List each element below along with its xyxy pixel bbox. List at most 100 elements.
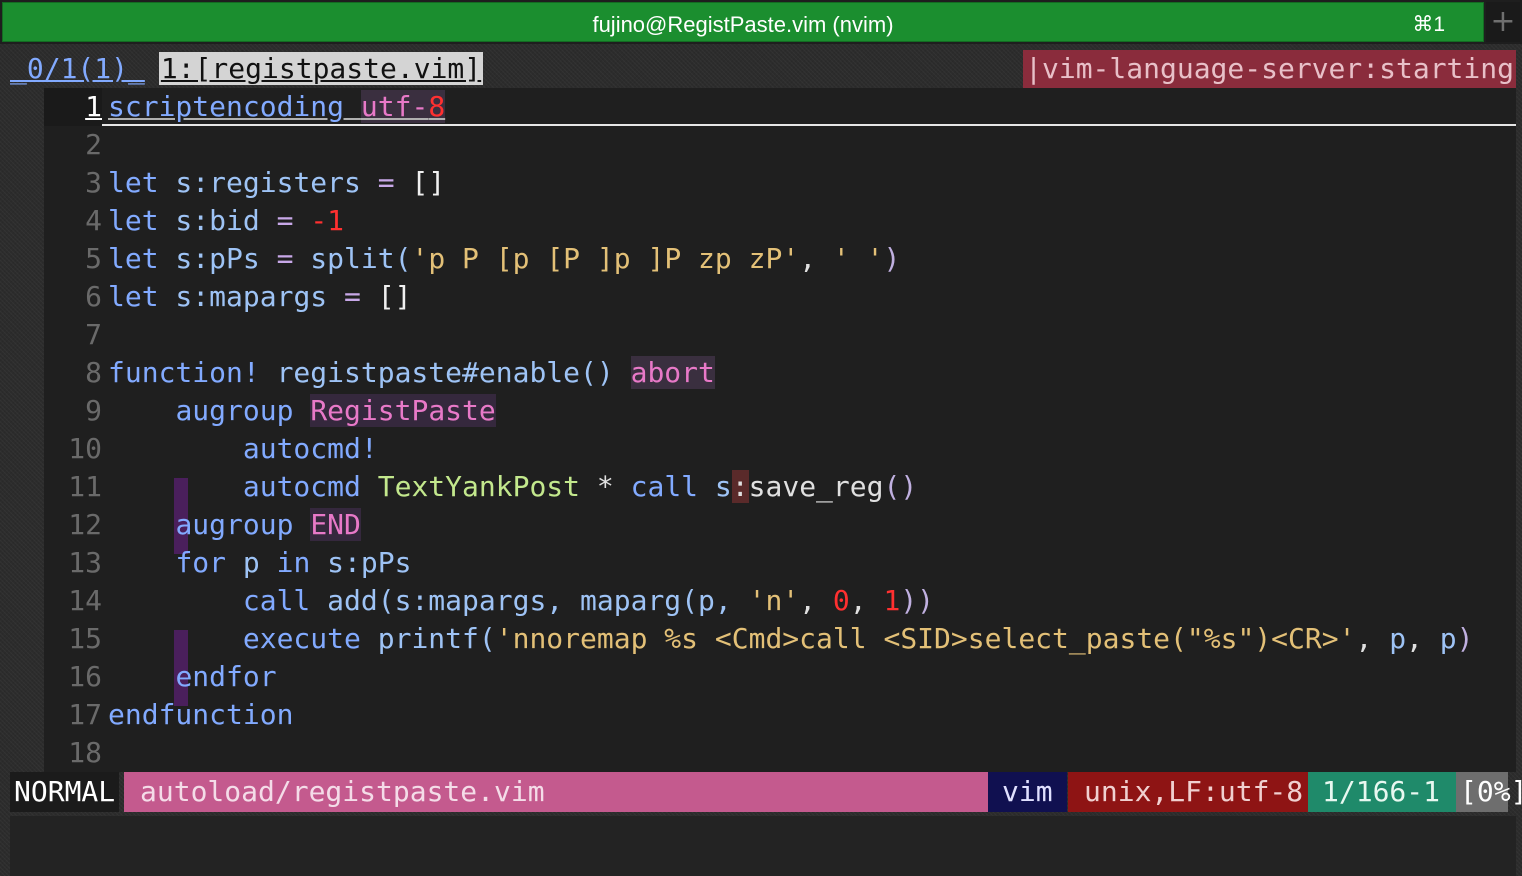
lsp-status-badge: |vim-language-server:starting: [1023, 50, 1516, 88]
code-line[interactable]: 17 endfunction: [44, 696, 1516, 734]
code-token: s:mapargs: [158, 280, 345, 313]
code-token: END: [310, 508, 361, 541]
code-line[interactable]: 13 for p in s:pPs: [44, 544, 1516, 582]
code-token: autocmd!: [242, 432, 378, 465]
file-path: autoload/registpaste.vim: [124, 772, 996, 812]
code-token: ,: [1406, 622, 1440, 655]
code-token: endfor: [175, 660, 277, 693]
code-token: add(s:mapargs, maparg(p,: [310, 584, 749, 617]
window-title: fujino@RegistPaste.vim (nvim): [592, 12, 894, 37]
scroll-percent: [0%]: [1456, 772, 1522, 812]
cursor-position: 1/166-1: [1308, 772, 1462, 812]
code-token: execute: [242, 622, 361, 655]
tab-shortcut-label: ⌘1: [1412, 13, 1445, 36]
active-tab-bar[interactable]: fujino@RegistPaste.vim (nvim) ⌘1: [2, 2, 1484, 42]
code-token: call: [242, 584, 311, 617]
code-token: *: [580, 470, 631, 503]
terminal-pane[interactable]: _0/1(1)_ 1:[registpaste.vim] |vim-language…: [0, 44, 1522, 876]
code-line[interactable]: 9 augroup RegistPaste: [44, 392, 1516, 430]
code-line[interactable]: 16 endfor: [44, 658, 1516, 696]
code-token: for: [175, 546, 227, 579]
code-token: function!: [108, 356, 260, 389]
code-token: 1: [883, 584, 901, 617]
code-line[interactable]: 1 scriptencoding utf-8: [44, 88, 1516, 126]
cursor: :: [731, 470, 749, 503]
line-number: 12: [68, 508, 102, 541]
line-number: 7: [85, 318, 102, 351]
code-token: []: [411, 166, 446, 199]
code-line[interactable]: 14 call add(s:mapargs, maparg(p, 'n', 0,…: [44, 582, 1516, 620]
code-token: s:registers: [158, 166, 378, 199]
code-token: 8: [428, 90, 446, 123]
line-number: 6: [85, 280, 102, 313]
terminal-window: fujino@RegistPaste.vim (nvim) ⌘1 + _0/1(…: [0, 0, 1522, 876]
code-token: ,: [799, 242, 833, 275]
code-token: ,: [799, 584, 833, 617]
code-line[interactable]: 7: [44, 316, 1516, 354]
code-token: let: [108, 166, 159, 199]
line-number: 10: [68, 432, 102, 465]
code-line[interactable]: 15 execute printf('nnoremap %s <Cmd>call…: [44, 620, 1516, 658]
code-token: ): [1456, 622, 1474, 655]
code-token: s:pPs: [158, 242, 277, 275]
line-number: 16: [68, 660, 102, 693]
code-token: 'p P [p [P ]p ]P zp zP': [411, 242, 800, 275]
vim-statusline: NORMAL autoload/registpaste.vim vim unix…: [10, 772, 1522, 812]
line-number: 1: [44, 88, 102, 126]
command-line[interactable]: [10, 816, 1516, 876]
code-token: ' ': [832, 242, 884, 275]
code-token: p: [226, 546, 277, 579]
code-line[interactable]: 18: [44, 734, 1516, 772]
code-editor[interactable]: 1 scriptencoding utf-8 2 3 let s:registers…: [44, 88, 1516, 772]
code-token: 0: [832, 584, 850, 617]
code-token: =: [377, 166, 395, 199]
code-token: =: [276, 204, 294, 237]
code-token: let: [108, 242, 159, 275]
code-token: let: [108, 204, 159, 237]
code-line[interactable]: 11 autocmd TextYankPost * call s:save_re…: [44, 468, 1516, 506]
new-tab-button[interactable]: +: [1486, 2, 1520, 42]
code-line[interactable]: 10 autocmd!: [44, 430, 1516, 468]
code-token: endfunction: [108, 698, 294, 731]
code-token: autocmd: [242, 470, 361, 503]
code-line[interactable]: 5 let s:pPs = split('p P [p [P ]p ]P zp z…: [44, 240, 1516, 278]
code-line[interactable]: 3 let s:registers = []: [44, 164, 1516, 202]
code-token: ,: [849, 584, 884, 617]
line-number: 11: [68, 470, 102, 503]
line-number: 14: [68, 584, 102, 617]
line-number: 2: [85, 128, 102, 161]
tab-registpaste[interactable]: 1:[registpaste.vim]: [158, 52, 484, 85]
code-token: printf(: [360, 622, 496, 655]
code-token: s:pPs: [310, 546, 412, 579]
code-line[interactable]: 12 augroup END: [44, 506, 1516, 544]
code-token: call: [630, 470, 699, 503]
code-line[interactable]: 2: [44, 126, 1516, 164]
filetype-badge: vim: [988, 772, 1067, 812]
code-token: save_reg: [748, 470, 884, 503]
line-number: 5: [85, 242, 102, 275]
code-token: utf-: [360, 90, 429, 123]
code-line[interactable]: 8 function! registpaste#enable() abort: [44, 354, 1516, 392]
code-token: -1: [310, 204, 345, 237]
line-number: 15: [68, 622, 102, 655]
code-token: split(: [293, 242, 412, 275]
code-token: let: [108, 280, 159, 313]
code-token: 'n': [748, 584, 800, 617]
code-token: TextYankPost: [377, 470, 581, 503]
line-number: 9: [85, 394, 102, 427]
code-token: []: [377, 280, 412, 313]
code-token: 'nnoremap %s <Cmd>call <SID>select_paste…: [495, 622, 1356, 655]
code-line[interactable]: 4 let s:bid = -1: [44, 202, 1516, 240]
line-number: 18: [68, 736, 102, 769]
encoding-badge: unix,LF:utf-8: [1068, 772, 1318, 812]
code-token: augroup: [175, 508, 294, 541]
code-line[interactable]: 6 let s:mapargs = []: [44, 278, 1516, 316]
code-token: =: [344, 280, 361, 313]
code-token: s:bid: [158, 204, 277, 237]
